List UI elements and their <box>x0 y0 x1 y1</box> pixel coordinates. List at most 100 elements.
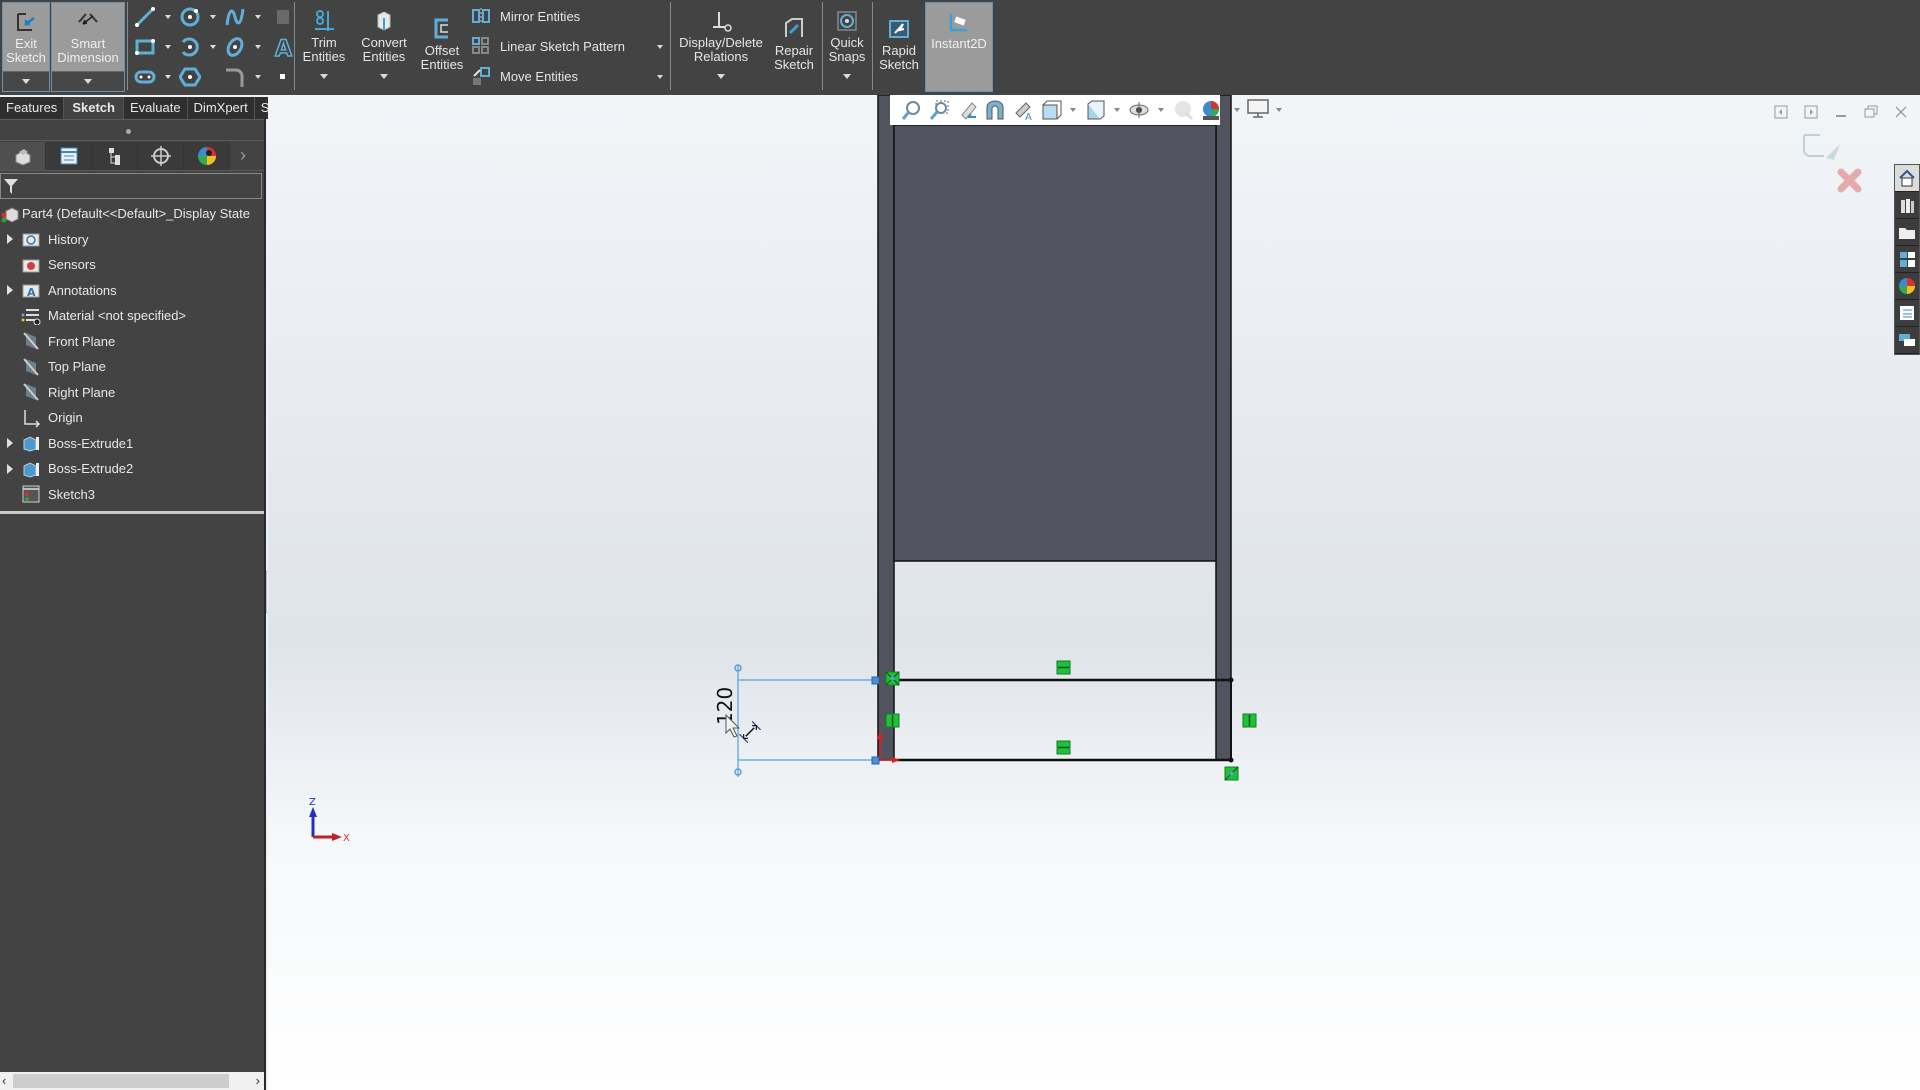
tree-item-top-plane[interactable]: Top Plane <box>0 354 264 380</box>
smart-dimension-dropdown[interactable] <box>52 71 124 91</box>
view-palette-tab[interactable] <box>1895 246 1919 273</box>
chevron-down-icon[interactable] <box>380 74 388 79</box>
displaymanager-tab[interactable] <box>184 141 230 170</box>
chevron-down-icon[interactable] <box>320 74 328 79</box>
ellipse-icon[interactable] <box>222 34 248 60</box>
point-icon[interactable] <box>270 64 296 90</box>
spline-dropdown-icon[interactable] <box>255 15 261 19</box>
tree-item-sensors[interactable]: Sensors <box>0 252 264 278</box>
expand-arrow-icon[interactable] <box>7 234 13 245</box>
spline-icon[interactable] <box>222 4 248 30</box>
tree-root-part[interactable]: Part4 (Default<<Default>_Display State <box>0 201 264 227</box>
close-icon[interactable] <box>1892 103 1910 121</box>
tab-features[interactable]: Features <box>0 97 65 119</box>
coincident-relation-icon[interactable] <box>1224 766 1239 781</box>
tree-item-annotations[interactable]: A Annotations <box>0 278 264 304</box>
rectangle-dropdown-icon[interactable] <box>165 45 171 49</box>
linear-sketch-pattern-button[interactable]: Linear Sketch Pattern <box>470 34 625 58</box>
scrollbar-thumb[interactable] <box>13 1074 229 1088</box>
tree-item-origin[interactable]: Origin <box>0 405 264 431</box>
chevron-down-icon[interactable] <box>717 74 725 79</box>
minimize-icon[interactable] <box>1832 103 1850 121</box>
slot-dropdown-icon[interactable] <box>165 75 171 79</box>
chevron-right-icon[interactable]: › <box>240 145 246 166</box>
restore-icon[interactable] <box>1862 103 1880 121</box>
scroll-left-icon[interactable]: ‹ <box>2 1072 6 1090</box>
section-view-icon[interactable] <box>984 98 1006 122</box>
sketch-picture-icon[interactable] <box>270 4 296 30</box>
tree-item-sketch3[interactable]: Sketch3 <box>0 482 264 508</box>
dimension-handle[interactable] <box>871 676 880 685</box>
dynamic-annotation-views-icon[interactable]: A <box>1012 98 1034 122</box>
line-dropdown-icon[interactable] <box>165 15 171 19</box>
slot-icon[interactable] <box>132 64 158 90</box>
dimxpertmanager-tab[interactable] <box>138 141 184 170</box>
sketch-fillet-icon[interactable] <box>222 64 248 90</box>
expand-arrow-icon[interactable] <box>7 285 13 296</box>
featuremanager-tree-tab[interactable] <box>0 141 46 170</box>
panel-splitter-handle[interactable] <box>0 119 264 141</box>
previous-view-icon[interactable] <box>956 98 978 122</box>
scroll-right-icon[interactable]: › <box>256 1072 260 1090</box>
solidworks-resources-tab[interactable] <box>1895 165 1919 192</box>
graphics-area[interactable]: 120 Z X A <box>268 95 1920 1090</box>
vertical-relation-icon[interactable] <box>1242 713 1257 728</box>
display-style-icon[interactable] <box>1084 98 1106 122</box>
quick-snaps-button[interactable]: Quick Snaps <box>826 2 868 92</box>
dimension-handle[interactable] <box>871 756 880 765</box>
exit-sketch-confirm-icon[interactable] <box>1803 134 1840 160</box>
pattern-dropdown-icon[interactable] <box>657 45 663 49</box>
file-explorer-tab[interactable] <box>1895 219 1919 246</box>
vertical-relation-icon[interactable] <box>885 713 900 728</box>
offset-entities-button[interactable]: Offset Entities <box>418 2 466 92</box>
instant2d-button[interactable]: Instant2D <box>925 2 993 92</box>
view-settings-dropdown-icon[interactable] <box>1276 108 1282 112</box>
circle-icon[interactable] <box>177 4 203 30</box>
tree-item-boss-extrude1[interactable]: Boss-Extrude1 <box>0 431 264 457</box>
tab-evaluate[interactable]: Evaluate <box>123 97 188 119</box>
configurationmanager-tab[interactable] <box>92 141 138 170</box>
sketch-canvas[interactable]: 120 Z X <box>268 95 1920 1090</box>
view-orientation-icon[interactable] <box>1040 98 1062 122</box>
appearances-tab[interactable] <box>1895 273 1919 300</box>
tree-item-history[interactable]: History <box>0 227 264 253</box>
rapid-sketch-button[interactable]: Rapid Sketch <box>876 2 922 92</box>
tree-rollback-bar[interactable] <box>0 511 264 514</box>
apply-scene-dropdown-icon[interactable] <box>1234 108 1240 112</box>
propertymanager-tab[interactable] <box>46 141 92 170</box>
horizontal-scrollbar[interactable]: ‹ › <box>0 1072 264 1090</box>
move-dropdown-icon[interactable] <box>657 75 663 79</box>
cancel-sketch-icon[interactable] <box>1837 168 1862 193</box>
chevron-down-icon[interactable] <box>843 74 851 79</box>
view-orientation-dropdown-icon[interactable] <box>1070 108 1076 112</box>
rectangle-icon[interactable] <box>132 34 158 60</box>
custom-properties-tab[interactable] <box>1895 300 1919 327</box>
exit-sketch-button[interactable]: Exit Sketch <box>2 2 50 92</box>
hide-show-dropdown-icon[interactable] <box>1158 108 1164 112</box>
repair-sketch-button[interactable]: Repair Sketch <box>768 2 820 92</box>
exit-sketch-dropdown[interactable] <box>3 71 49 91</box>
apply-scene-icon[interactable] <box>1200 98 1222 122</box>
solidworks-forum-tab[interactable] <box>1895 327 1919 354</box>
view-settings-icon[interactable] <box>1246 97 1270 124</box>
text-icon[interactable]: A <box>270 34 296 60</box>
polygon-icon[interactable] <box>177 64 203 90</box>
tree-item-right-plane[interactable]: Right Plane <box>0 380 264 406</box>
tree-item-boss-extrude2[interactable]: Boss-Extrude2 <box>0 456 264 482</box>
horizontal-relation-icon[interactable] <box>1056 740 1071 755</box>
dimension-value[interactable]: 120 <box>713 687 737 725</box>
tab-dimxpert[interactable]: DimXpert <box>187 97 255 119</box>
expand-arrow-icon[interactable] <box>7 438 13 449</box>
tab-sketch[interactable]: Sketch <box>64 97 124 119</box>
convert-entities-button[interactable]: Convert Entities <box>352 2 416 92</box>
expand-arrow-icon[interactable] <box>7 463 13 474</box>
arc-icon[interactable] <box>177 34 203 60</box>
mirror-entities-button[interactable]: Mirror Entities <box>470 4 580 28</box>
feature-tree-filter[interactable] <box>0 173 262 199</box>
move-entities-button[interactable]: Move Entities <box>470 64 578 88</box>
display-style-dropdown-icon[interactable] <box>1114 108 1120 112</box>
fillet-dropdown-icon[interactable] <box>255 75 261 79</box>
zoom-to-area-icon[interactable] <box>928 98 950 122</box>
zoom-to-fit-icon[interactable] <box>900 98 922 122</box>
line-icon[interactable] <box>132 4 158 30</box>
